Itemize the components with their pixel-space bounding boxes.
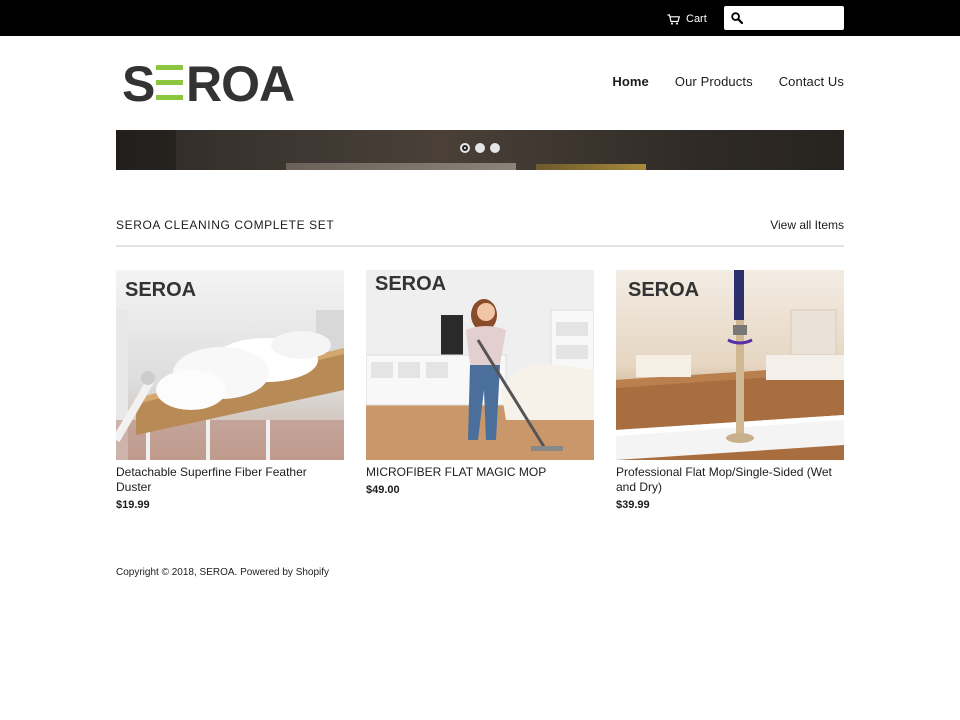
product-title[interactable]: Professional Flat Mop/Single-Sided (Wet …: [616, 465, 844, 495]
store-link[interactable]: SEROA: [200, 567, 235, 578]
svg-text:S: S: [122, 59, 154, 107]
product-image-duster[interactable]: SEROA: [116, 270, 344, 460]
section-divider: [116, 245, 844, 247]
cart-link[interactable]: Cart: [667, 11, 707, 27]
slider-dots: [460, 143, 500, 153]
search-input[interactable]: [747, 8, 837, 28]
collection-title: SEROA CLEANING COMPLETE SET: [116, 218, 335, 232]
copyright-separator: .: [234, 567, 238, 578]
svg-text:SEROA: SEROA: [375, 273, 446, 295]
hero-image-detail: [286, 163, 516, 170]
svg-text:SEROA: SEROA: [628, 279, 699, 301]
svg-text:ROA: ROA: [186, 59, 294, 107]
product-card-magic-mop[interactable]: SEROA MICROFIBER FLAT MAGIC MOP $49.00: [366, 270, 594, 496]
powered-by-link[interactable]: Powered by Shopify: [240, 567, 329, 578]
nav-contact-us[interactable]: Contact Us: [779, 74, 844, 89]
view-all-link[interactable]: View all Items: [770, 218, 844, 232]
slider-dot-1[interactable]: [460, 143, 470, 153]
hero-slider[interactable]: [116, 130, 844, 170]
seroa-logo: S ROA: [122, 56, 295, 112]
nav-home[interactable]: Home: [612, 74, 649, 89]
svg-text:SEROA: SEROA: [125, 279, 196, 301]
product-price: $49.00: [366, 484, 400, 496]
store-logo[interactable]: S ROA: [122, 56, 302, 112]
nav-our-products[interactable]: Our Products: [675, 74, 753, 89]
product-title[interactable]: Detachable Superfine Fiber Feather Duste…: [116, 465, 344, 495]
cart-icon: [667, 13, 680, 25]
cart-label: Cart: [686, 13, 707, 25]
footer-copyright: Copyright © 2018, SEROA. Powered by Shop…: [116, 567, 329, 578]
search-icon[interactable]: [731, 12, 743, 24]
product-image-flat-mop[interactable]: SEROA: [616, 270, 844, 460]
product-price: $39.99: [616, 499, 650, 511]
product-card-flat-mop[interactable]: SEROA Professional Flat Mop/Single-Sided…: [616, 270, 844, 511]
main-nav: Home Our Products Contact Us: [612, 74, 844, 89]
hero-image-shade: [116, 130, 176, 170]
product-image-magic-mop[interactable]: SEROA: [366, 270, 594, 460]
slider-dot-2[interactable]: [475, 143, 485, 153]
slider-dot-3[interactable]: [490, 143, 500, 153]
hero-image-light: [536, 164, 646, 170]
product-card-duster[interactable]: SEROA Detachable Superfine Fiber Feather…: [116, 270, 344, 511]
product-title[interactable]: MICROFIBER FLAT MAGIC MOP: [366, 465, 594, 480]
top-bar: Cart: [0, 0, 960, 36]
product-price: $19.99: [116, 499, 150, 511]
search-box[interactable]: [724, 6, 844, 30]
copyright-text: Copyright © 2018,: [116, 567, 197, 578]
